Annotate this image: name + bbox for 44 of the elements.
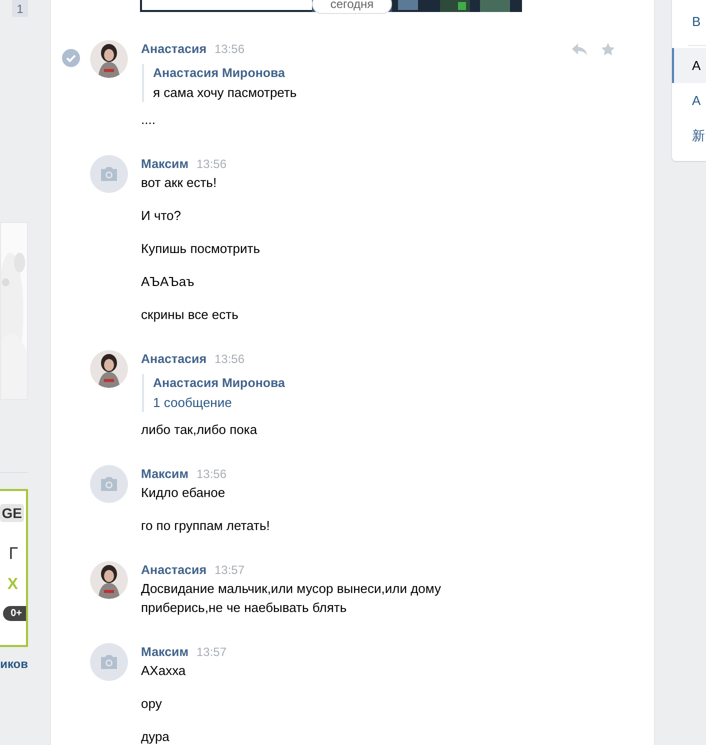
sender-name[interactable]: Анастасия [141, 352, 206, 366]
ad-card[interactable]: GE Г Х 0+ [0, 489, 28, 647]
message-text: И что? [141, 207, 182, 225]
message-text: вот акк есть! [141, 174, 218, 192]
forwarded-author[interactable]: Анастасия Миронова [153, 374, 654, 393]
camera-icon [99, 654, 119, 670]
camera-icon [99, 476, 119, 492]
forwarded-text: я сама хочу пасмотреть [153, 84, 298, 102]
date-pill: сегодня [312, 0, 392, 14]
message-text: скрины все есть [141, 306, 240, 324]
counter-badge: 1 [12, 0, 28, 17]
link[interactable]: иков [0, 657, 28, 671]
avatar[interactable] [90, 40, 128, 78]
sender-name[interactable]: Максим [141, 645, 188, 659]
ad-text: Х [7, 576, 18, 594]
forwarded-link[interactable]: 1 сообщение [153, 393, 654, 412]
sender-name[interactable]: Анастасия [141, 563, 206, 577]
message-text: Купишь посмотрить [141, 240, 262, 258]
star-icon[interactable] [600, 42, 616, 56]
menu-item[interactable]: А [672, 48, 706, 83]
sender-name[interactable]: Максим [141, 467, 188, 481]
age-rating-badge: 0+ [2, 606, 26, 621]
reply-icon[interactable] [572, 42, 588, 56]
message-text: ору [141, 695, 163, 713]
avatar[interactable] [90, 561, 128, 599]
avatar[interactable] [90, 350, 128, 388]
message-text: Кидло ебаное [141, 484, 226, 502]
sender-name[interactable]: Максим [141, 157, 188, 171]
camera-icon [99, 166, 119, 182]
message-text: Досвидание мальчик,или мусор вынеси,или дому приберись,не че наебывать блять [141, 580, 442, 617]
forwarded-author[interactable]: Анастасия Миронова [153, 64, 654, 83]
menu-item[interactable]: 新 [672, 118, 706, 153]
message-text: го по группам летать! [141, 517, 271, 535]
ad-text: Г [8, 544, 18, 564]
message-text: АХахха [141, 662, 187, 680]
message-text: АЪАЪаъ [141, 273, 196, 291]
message-text: либо так,либо пока [141, 421, 258, 439]
message-text: дура [141, 728, 170, 745]
sender-name[interactable]: Анастасия [141, 42, 206, 56]
check-icon[interactable] [62, 49, 80, 67]
message-text: .... [141, 111, 156, 129]
ad-label: GE [0, 504, 24, 522]
menu-item[interactable]: В [672, 4, 706, 39]
menu-item[interactable]: А [672, 83, 706, 118]
